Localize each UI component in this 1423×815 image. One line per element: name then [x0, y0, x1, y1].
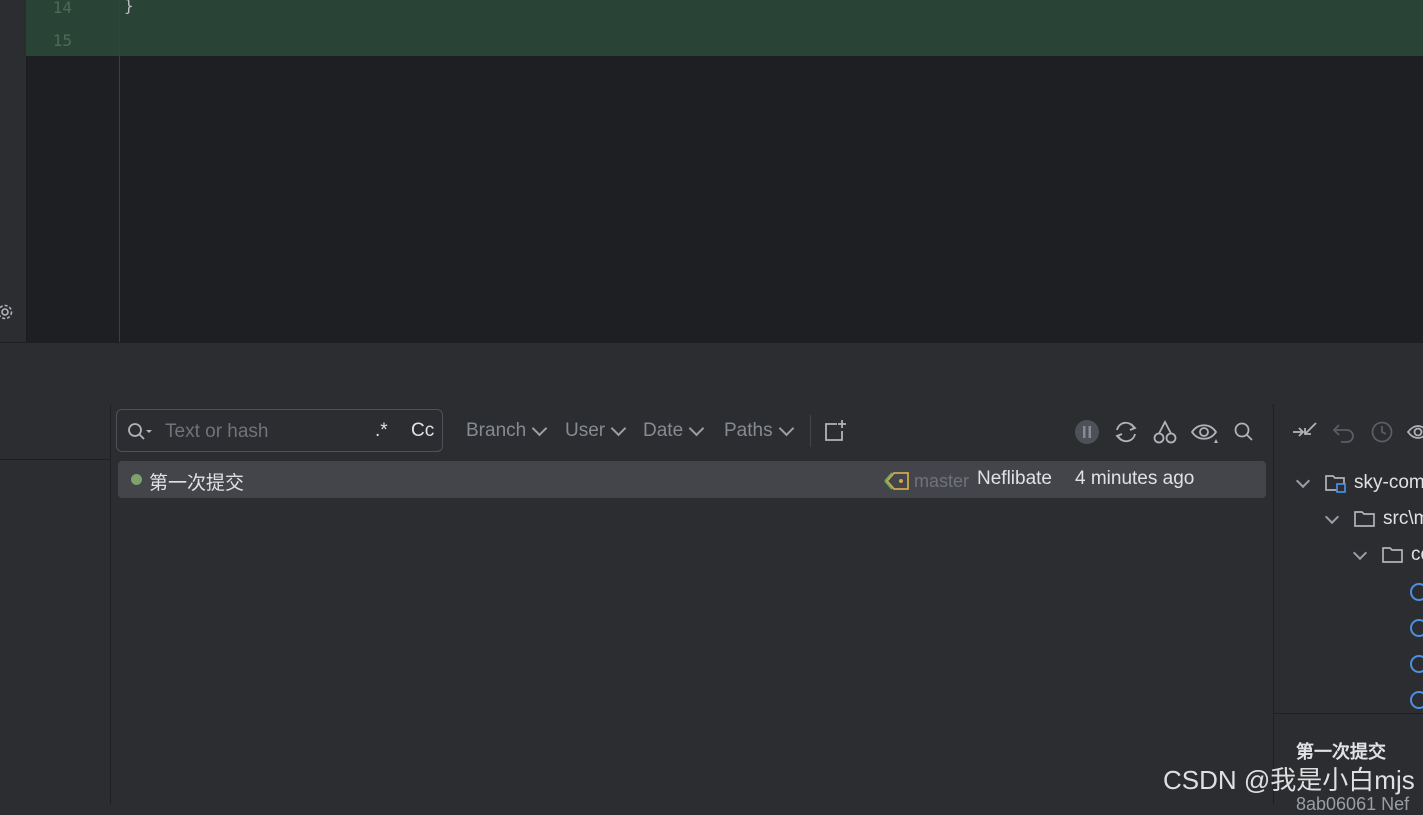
tree-node-root[interactable]: sky-com — [1295, 472, 1423, 494]
tool-window-header — [0, 342, 1423, 406]
folder-icon — [1354, 511, 1375, 527]
chevron-down-icon — [1324, 509, 1340, 524]
gutter-separator — [119, 0, 120, 342]
gear-icon[interactable] — [0, 302, 18, 322]
pause-icon[interactable] — [1074, 419, 1100, 445]
date-filter[interactable]: Date — [643, 419, 705, 443]
line-number: 15 — [52, 31, 72, 50]
cherry-pick-icon[interactable] — [1152, 419, 1178, 445]
revert-icon[interactable] — [1331, 419, 1357, 445]
match-case-toggle[interactable]: Cc — [411, 420, 434, 442]
chevron-down-icon — [1352, 545, 1368, 560]
folder-icon — [1382, 547, 1403, 563]
chevron-down-icon — [610, 420, 627, 437]
branch-filter[interactable]: Branch — [466, 419, 548, 443]
commit-author: Neflibate — [977, 468, 1052, 489]
branch-tag-icon — [884, 472, 909, 490]
search-box[interactable]: .* Cc — [116, 409, 443, 452]
code-line: } — [124, 0, 134, 15]
eye-icon[interactable] — [1190, 419, 1220, 445]
branch-label: master — [914, 471, 970, 491]
class-file-icon[interactable] — [1410, 655, 1423, 673]
user-filter[interactable]: User — [565, 419, 627, 443]
tree-node-label: co — [1411, 544, 1423, 565]
class-file-icon[interactable] — [1410, 619, 1423, 637]
paths-filter-label: Paths — [724, 420, 773, 441]
date-filter-label: Date — [643, 420, 684, 441]
line-number: 14 — [52, 0, 72, 17]
chevron-down-icon — [778, 420, 794, 437]
new-tab-icon[interactable] — [823, 419, 849, 443]
paths-filter[interactable]: Paths — [724, 419, 794, 443]
history-icon[interactable] — [1370, 419, 1396, 445]
eye-icon[interactable] — [1406, 419, 1423, 445]
watermark: CSDN @我是小白mjs — [1163, 765, 1415, 795]
chevron-down-icon — [1295, 473, 1311, 488]
commit-graph-node — [131, 474, 142, 485]
search-input[interactable] — [163, 420, 367, 444]
divider — [1274, 713, 1423, 714]
search-history-icon[interactable] — [127, 422, 153, 442]
tree-node-folder[interactable]: co — [1352, 544, 1423, 566]
left-tool-strip — [0, 0, 27, 342]
commit-detail-hash: 8ab06061 Nef — [1296, 794, 1410, 814]
tree-node-label: sky-com — [1354, 472, 1423, 493]
class-file-icon[interactable] — [1410, 583, 1423, 601]
branch-filter-label: Branch — [466, 420, 527, 441]
regex-toggle[interactable]: .* — [375, 420, 388, 442]
collapse-icon[interactable] — [1290, 419, 1318, 445]
divider — [0, 459, 110, 460]
tree-node-label: src\m — [1383, 508, 1423, 529]
branches-pane — [0, 405, 111, 804]
class-file-icon[interactable] — [1410, 691, 1423, 709]
tree-node-folder[interactable]: src\m — [1324, 508, 1423, 530]
chevron-down-icon — [531, 420, 548, 437]
refresh-icon[interactable] — [1113, 419, 1139, 445]
toolbar-separator — [810, 415, 811, 447]
commit-message: 第一次提交 — [149, 473, 245, 494]
search-icon[interactable] — [1232, 420, 1256, 444]
module-folder-icon — [1325, 475, 1346, 493]
user-filter-label: User — [565, 420, 606, 441]
diff-added-highlight — [26, 0, 1423, 56]
commit-time: 4 minutes ago — [1075, 468, 1195, 489]
chevron-down-icon — [688, 420, 705, 437]
